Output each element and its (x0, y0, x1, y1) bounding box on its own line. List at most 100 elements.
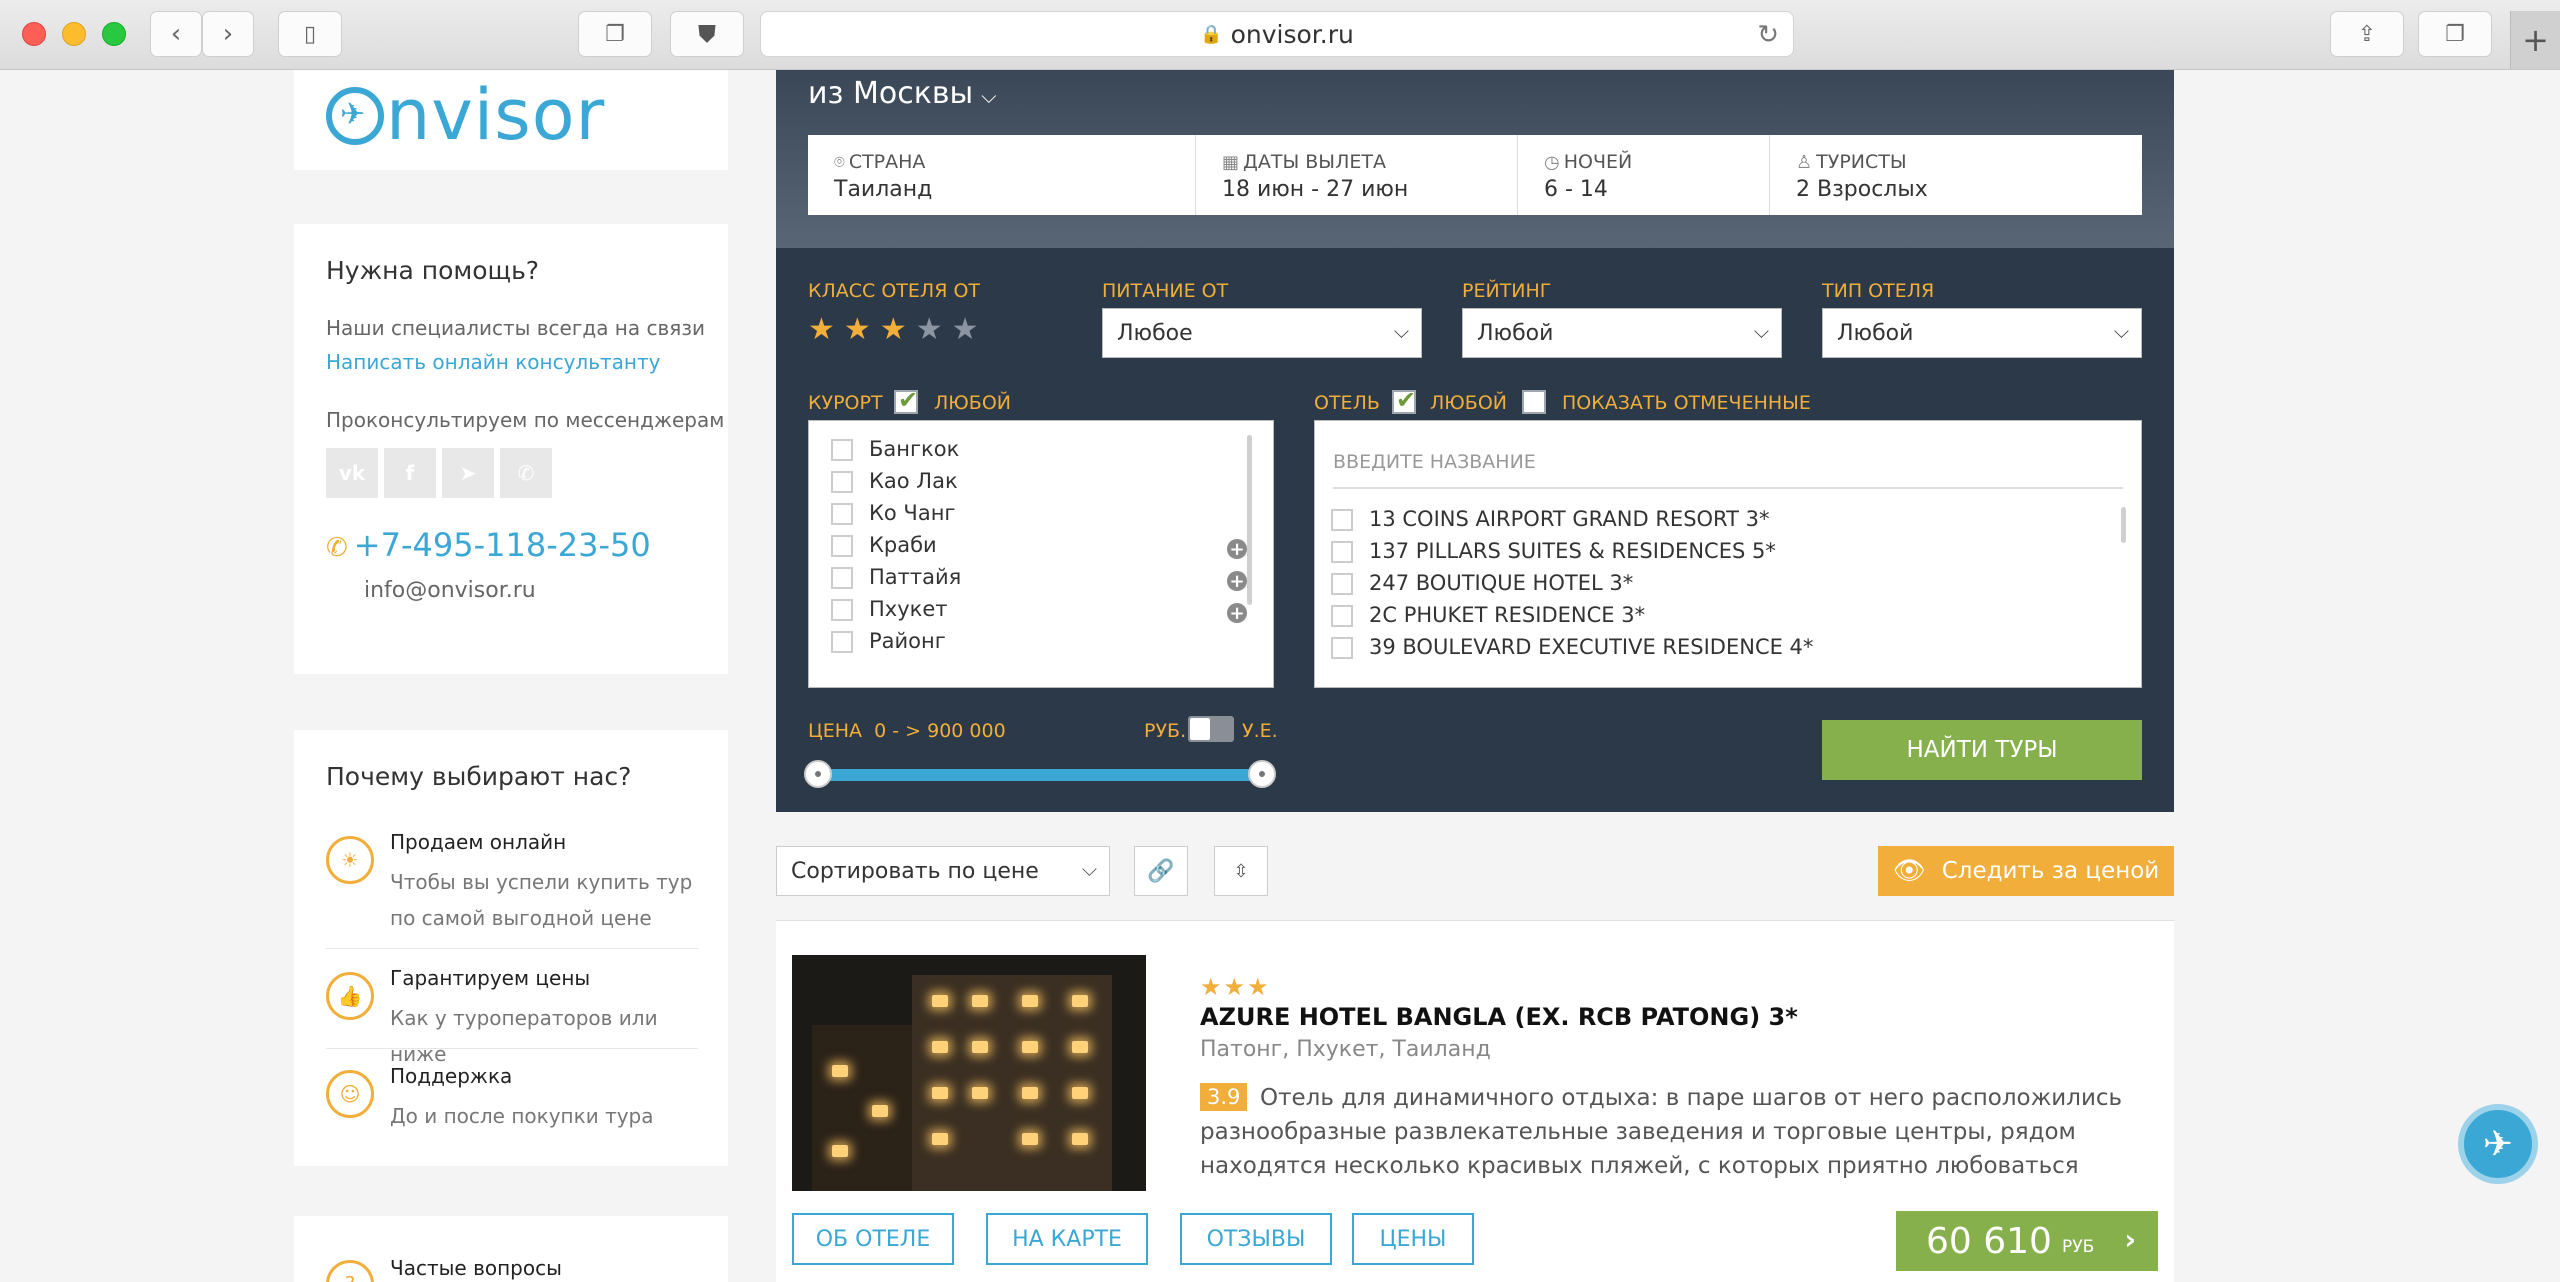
resort-list-scrollbar[interactable] (1247, 435, 1252, 605)
find-tours-button[interactable]: НАЙТИ ТУРЫ (1822, 720, 2142, 780)
list-item[interactable]: 247 BOUTIQUE HOTEL 3* (1331, 571, 1633, 595)
phone-icon[interactable]: ✆ (500, 448, 552, 498)
hotel-checkbox[interactable] (1331, 637, 1353, 659)
tab-overview-button[interactable]: ❐ (578, 11, 652, 57)
hotel-checkbox[interactable] (1331, 573, 1353, 595)
hotel-search-input[interactable]: ВВЕДИТЕ НАЗВАНИЕ (1333, 439, 2123, 489)
nights-field[interactable]: ◷ НОЧЕЙ 6 - 14 (1518, 135, 1770, 215)
reviews-button[interactable]: ОТЗЫВЫ (1180, 1213, 1332, 1265)
hotel-checkbox[interactable] (1331, 509, 1353, 531)
online-consultant-link[interactable]: Написать онлайн консультанту (326, 350, 660, 374)
close-window-button[interactable] (22, 22, 46, 46)
hotel-description: Отель для динамичного отдыха: в паре шаг… (1200, 1085, 2123, 1179)
hotel-class-label: КЛАСС ОТЕЛЯ ОТ (808, 280, 981, 302)
hotel-price-button[interactable]: 60 610 РУБ › (1896, 1211, 2158, 1271)
site-logo[interactable]: nvisor (326, 74, 605, 156)
copy-link-button[interactable]: 🔗 (1134, 846, 1188, 896)
address-bar[interactable]: 🔒 onvisor.ru ↻ (760, 11, 1794, 57)
star-icon[interactable]: ★ (808, 315, 835, 345)
hotel-stars: ★★★ (1200, 973, 1271, 1001)
currency-rub-label: РУБ. (1144, 720, 1187, 742)
expand-plus-icon[interactable]: + (1227, 539, 1247, 560)
phone-number[interactable]: ✆ +7-495-118-23-50 (326, 526, 651, 564)
list-item[interactable]: Паттайя (831, 565, 961, 589)
list-item[interactable]: 13 COINS AIRPORT GRAND RESORT 3* (1331, 507, 1770, 531)
hotel-list-scrollbar[interactable] (2121, 507, 2126, 543)
hotel-rating-badge: 3.9 (1200, 1083, 1248, 1111)
list-item[interactable]: 2C PHUKET RESIDENCE 3* (1331, 603, 1645, 627)
about-hotel-button[interactable]: ОБ ОТЕЛЕ (792, 1213, 954, 1265)
reload-icon[interactable]: ↻ (1757, 20, 1779, 50)
list-item[interactable]: 39 BOULEVARD EXECUTIVE RESIDENCE 4* (1331, 635, 1813, 659)
price-slider-min-handle[interactable] (804, 760, 832, 788)
price-slider-track[interactable] (816, 769, 1264, 781)
rating-select[interactable]: Любой ⌵ (1462, 308, 1782, 358)
search-header: из Москвы ⌵ ⌾ СТРАНА Таиланд ▦ ДАТЫ ВЫЛЕТА … (776, 70, 2174, 248)
currency-toggle[interactable] (1188, 716, 1234, 742)
dates-field[interactable]: ▦ ДАТЫ ВЫЛЕТА 18 июн - 27 июн (1196, 135, 1518, 215)
list-item[interactable]: Районг (831, 629, 946, 653)
list-item[interactable]: Ко Чанг (831, 501, 955, 525)
star-icon[interactable]: ★ (844, 315, 871, 345)
hotel-location: Патонг, Пхукет, Таиланд (1200, 1037, 1491, 1062)
share-button[interactable]: ⇪ (2330, 11, 2404, 57)
minimize-window-button[interactable] (62, 22, 86, 46)
resort-checkbox[interactable] (831, 567, 853, 589)
messengers-text: Проконсультируем по мессенджерам (326, 408, 725, 432)
resort-checkbox[interactable] (831, 631, 853, 653)
expand-plus-icon[interactable]: + (1227, 603, 1247, 624)
star-icon[interactable]: ★ (880, 315, 907, 345)
back-button[interactable]: ‹ (150, 11, 202, 57)
resort-checkbox[interactable] (831, 439, 853, 461)
new-tab-button[interactable]: + (2510, 11, 2560, 69)
chevron-left-icon: ‹ (170, 19, 182, 49)
sidebar-toggle-button[interactable]: ▯ (278, 11, 342, 57)
hotel-type-label: ТИП ОТЕЛЯ (1822, 280, 1935, 302)
show-tabs-button[interactable]: ❐ (2418, 11, 2492, 57)
share-icon: ⇪ (2357, 21, 2377, 47)
sort-order-button[interactable]: ⇳ (1214, 846, 1268, 896)
price-slider-max-handle[interactable] (1248, 760, 1276, 788)
country-field[interactable]: ⌾ СТРАНА Таиланд (808, 135, 1196, 215)
list-item[interactable]: Бангкок (831, 437, 959, 461)
show-marked-checkbox[interactable] (1522, 390, 1546, 414)
resort-any-checkbox[interactable] (894, 386, 918, 414)
hotel-checkbox[interactable] (1331, 541, 1353, 563)
forward-button[interactable]: › (202, 11, 254, 57)
resort-list: Бангкок Као Лак Ко Чанг Краби + Паттайя … (808, 420, 1274, 688)
facebook-icon[interactable]: f (384, 448, 436, 498)
sort-arrows-icon: ⇳ (1233, 860, 1249, 882)
ublock-extension-button[interactable]: ⛊ (670, 11, 744, 57)
star-icon[interactable]: ★ (952, 315, 979, 345)
resort-checkbox[interactable] (831, 471, 853, 493)
list-item[interactable]: Пхукет (831, 597, 947, 621)
tourists-field[interactable]: ♙ ТУРИСТЫ 2 Взрослых (1770, 135, 2142, 215)
calendar-icon: ▦ (1222, 152, 1240, 173)
star-icon[interactable]: ★ (916, 315, 943, 345)
list-item[interactable]: Краби (831, 533, 937, 557)
plane-chat-button[interactable]: ✈ (2458, 1104, 2538, 1184)
on-map-button[interactable]: НА КАРТЕ (986, 1213, 1148, 1265)
watch-price-button[interactable]: 👁 Следить за ценой (1878, 846, 2174, 896)
departure-city-select[interactable]: из Москвы ⌵ (808, 76, 996, 111)
list-item[interactable]: Као Лак (831, 469, 958, 493)
telegram-icon[interactable]: ➤ (442, 448, 494, 498)
hotel-photo[interactable] (792, 955, 1146, 1191)
hotel-name[interactable]: AZURE HOTEL BANGLA (EX. RCB PATONG) 3* (1200, 1003, 1798, 1031)
hotel-class-stars[interactable]: ★ ★ ★ ★ ★ (808, 315, 979, 345)
expand-plus-icon[interactable]: + (1227, 571, 1247, 592)
sort-select[interactable]: Сортировать по цене ⌵ (776, 846, 1110, 896)
resort-checkbox[interactable] (831, 535, 853, 557)
hotel-checkbox[interactable] (1331, 605, 1353, 627)
resort-checkbox[interactable] (831, 599, 853, 621)
hotel-any-checkbox[interactable] (1392, 386, 1416, 414)
list-item[interactable]: 137 PILLARS SUITES & RESIDENCES 5* (1331, 539, 1776, 563)
resort-checkbox[interactable] (831, 503, 853, 525)
vk-icon[interactable]: vk (326, 448, 378, 498)
hotel-type-select[interactable]: Любой ⌵ (1822, 308, 2142, 358)
email-address[interactable]: info@onvisor.ru (364, 578, 536, 603)
link-icon: 🔗 (1147, 858, 1175, 884)
zoom-window-button[interactable] (102, 22, 126, 46)
prices-button[interactable]: ЦЕНЫ (1352, 1213, 1474, 1265)
food-select[interactable]: Любое ⌵ (1102, 308, 1422, 358)
